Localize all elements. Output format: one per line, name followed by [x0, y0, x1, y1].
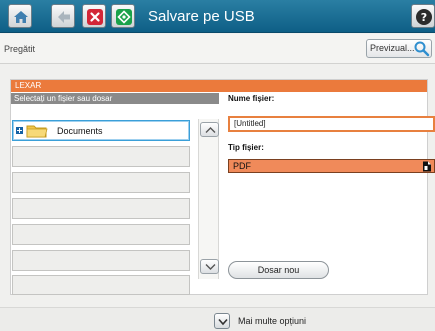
scroll-down-button[interactable] — [200, 259, 219, 274]
scrollbar-track[interactable] — [198, 119, 219, 279]
back-arrow-icon — [58, 11, 70, 23]
file-type-label: Tip fișier: — [228, 143, 264, 152]
status-text: Pregătit — [4, 44, 36, 54]
start-icon — [116, 9, 132, 25]
more-options-label: Mai multe opțiuni — [238, 316, 307, 326]
file-name-input[interactable]: [Untitled] — [228, 116, 435, 132]
list-item-label: Documents — [57, 126, 103, 136]
scroll-up-button[interactable] — [200, 122, 219, 137]
magnifier-icon — [414, 41, 430, 57]
file-list-header: Selectați un fișier sau dosar — [11, 93, 219, 104]
home-icon — [14, 11, 28, 23]
chevron-down-icon — [218, 318, 228, 326]
stop-button[interactable] — [82, 4, 106, 28]
expand-plus-icon[interactable] — [16, 127, 23, 134]
list-item[interactable] — [12, 172, 190, 193]
list-item[interactable] — [12, 146, 190, 167]
top-bar: Salvare pe USB ? — [0, 0, 435, 33]
file-name-label: Nume fișier: — [228, 94, 275, 103]
start-button[interactable] — [111, 4, 135, 28]
new-folder-label: Dosar nou — [257, 265, 300, 275]
chevron-up-icon — [205, 127, 216, 133]
bottom-bar: Mai multe opțiuni — [0, 307, 435, 331]
list-item[interactable] — [12, 275, 190, 295]
file-type-select[interactable]: PDF — [228, 159, 435, 173]
folder-icon — [26, 125, 48, 138]
list-item[interactable] — [12, 198, 190, 219]
back-button[interactable] — [51, 4, 75, 28]
new-folder-button[interactable]: Dosar nou — [228, 261, 329, 279]
file-list-header-label: Selectați un fișier sau dosar — [14, 94, 113, 103]
document-icon — [423, 161, 431, 172]
drive-name: LEXAR — [15, 81, 42, 90]
status-row: Pregătit Previzual... — [0, 34, 435, 64]
home-button[interactable] — [8, 4, 32, 28]
drive-header: LEXAR — [11, 80, 427, 92]
more-options-button[interactable] — [214, 313, 230, 329]
svg-text:?: ? — [421, 11, 427, 24]
help-button[interactable]: ? — [411, 4, 435, 28]
list-item[interactable] — [12, 224, 190, 245]
help-icon: ? — [416, 9, 432, 25]
preview-label: Previzual... — [370, 43, 415, 53]
chevron-down-icon — [205, 264, 216, 270]
file-type-value: PDF — [233, 161, 251, 171]
list-item[interactable]: Documents — [12, 120, 190, 141]
list-item[interactable] — [12, 250, 190, 271]
page-title: Salvare pe USB — [148, 8, 255, 25]
stop-icon — [87, 9, 103, 25]
preview-button[interactable]: Previzual... — [366, 39, 432, 58]
save-panel: LEXAR Selectați un fișier sau dosar Docu… — [10, 79, 428, 295]
